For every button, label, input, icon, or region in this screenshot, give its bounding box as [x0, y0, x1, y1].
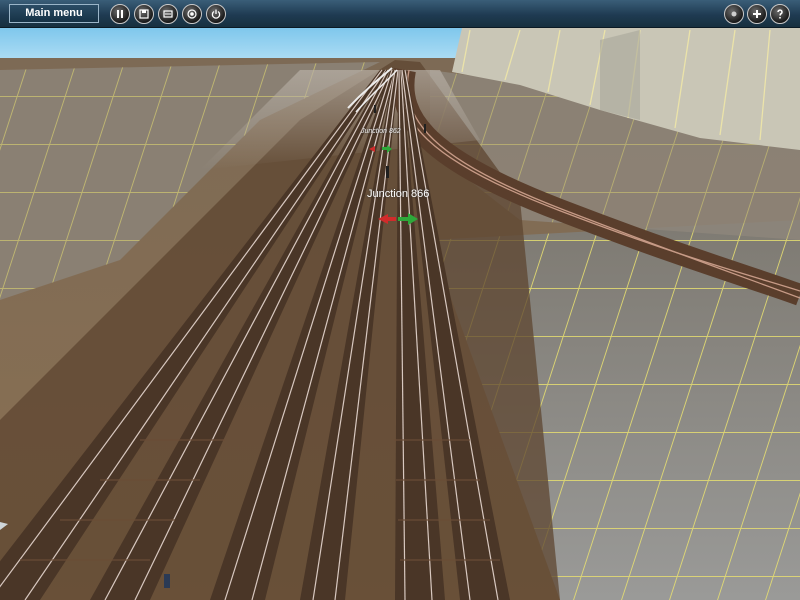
record-icon: [187, 9, 197, 19]
info-dot-icon: [731, 11, 737, 17]
options-icon: [163, 10, 173, 18]
pause-icon: [117, 10, 123, 18]
signal-post[interactable]: [424, 124, 426, 133]
power-button[interactable]: [206, 4, 226, 24]
world-viewport[interactable]: [0, 0, 800, 600]
cliff-shadow: [600, 30, 640, 120]
trackside-object: [164, 574, 170, 588]
info-dot-button[interactable]: [724, 4, 744, 24]
add-icon: [753, 10, 761, 18]
junction-866-label[interactable]: Junction 866: [367, 188, 429, 200]
top-toolbar: Main menu: [0, 0, 800, 28]
pause-button[interactable]: [110, 4, 130, 24]
signal-post[interactable]: [386, 166, 389, 178]
power-icon: [211, 9, 221, 19]
save-icon: [139, 9, 149, 19]
main-menu-button[interactable]: Main menu: [9, 4, 99, 23]
options-button[interactable]: [158, 4, 178, 24]
signal-post[interactable]: [374, 105, 376, 113]
save-button[interactable]: [134, 4, 154, 24]
record-button[interactable]: [182, 4, 202, 24]
junction-862-label[interactable]: Junction 862: [361, 128, 401, 135]
help-button[interactable]: [770, 4, 790, 24]
add-button[interactable]: [747, 4, 767, 24]
help-icon: [777, 9, 783, 19]
